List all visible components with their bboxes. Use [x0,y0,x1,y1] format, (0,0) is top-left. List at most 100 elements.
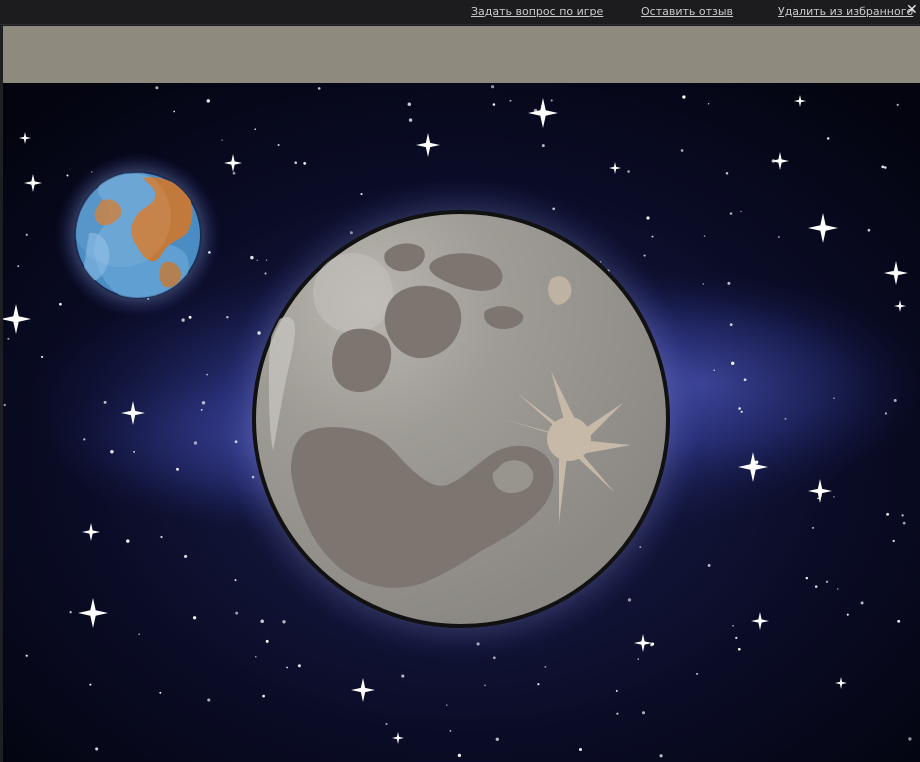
star [235,611,239,615]
star [729,212,733,215]
star [265,259,268,261]
star [250,255,254,260]
ask-question-link[interactable]: Задать вопрос по игре [471,5,603,18]
star [867,228,871,232]
star [740,410,743,413]
star [550,99,553,102]
star [317,87,321,90]
star [193,441,198,445]
star [201,401,206,405]
star [206,373,208,376]
star [707,563,711,567]
star [627,598,632,602]
star [902,521,906,525]
star [138,633,140,635]
star [256,259,259,262]
star [735,636,738,640]
star [17,265,20,268]
star [159,691,162,694]
top-bar: Задать вопрос по игре Оставить отзыв Уда… [0,0,920,25]
star [277,143,280,147]
star [743,378,747,382]
star [778,236,780,238]
star [484,684,486,687]
star [255,656,257,658]
star [41,355,44,358]
star [883,166,887,169]
star [814,585,818,588]
star [544,665,547,668]
star [826,137,830,140]
star [407,102,412,107]
star [897,619,901,623]
star [537,683,540,686]
star [173,110,176,113]
star [232,171,236,175]
remove-from-favorites-link[interactable]: Удалить из избранного [778,5,913,18]
star [509,99,512,102]
star [651,235,654,238]
star [637,658,639,660]
star [578,747,583,752]
star [226,316,229,319]
star [825,580,829,584]
star [260,619,264,624]
game-canvas[interactable] [3,83,920,762]
star [408,118,413,122]
close-icon[interactable]: ✕ [906,2,920,18]
leave-review-link[interactable]: Оставить отзыв [641,5,733,18]
star [646,216,650,220]
star [176,467,179,471]
star [837,588,839,590]
star [89,683,92,686]
star [641,711,646,715]
star [103,400,107,404]
star [207,698,211,702]
star [884,412,887,415]
star [729,323,733,326]
star [492,103,496,106]
star [446,704,448,706]
star [83,438,86,441]
star [3,403,6,407]
star [732,624,734,627]
star [713,369,715,371]
star [449,730,452,732]
star [66,174,69,177]
star [385,722,388,726]
star [133,450,136,453]
star [181,318,185,322]
star [892,539,895,543]
star [643,254,646,257]
space-scene [3,83,920,762]
star [811,526,815,529]
star [490,85,495,89]
star [110,450,114,454]
star [901,514,904,517]
star [616,712,619,715]
star [682,95,686,99]
star [192,616,197,620]
star [896,103,899,106]
star [696,672,699,675]
star [360,193,363,196]
star [615,689,618,692]
star [286,666,288,669]
star [725,172,729,175]
star [833,397,835,399]
star [160,535,163,539]
star [59,302,62,306]
star [303,161,307,165]
star [188,315,192,319]
star [541,144,545,148]
star [886,512,890,516]
moon [221,179,701,659]
star [401,674,405,678]
star [740,210,742,213]
star [234,579,237,582]
star [95,747,99,751]
star [727,281,731,285]
star [846,613,849,616]
star [860,601,864,605]
star [184,554,188,558]
